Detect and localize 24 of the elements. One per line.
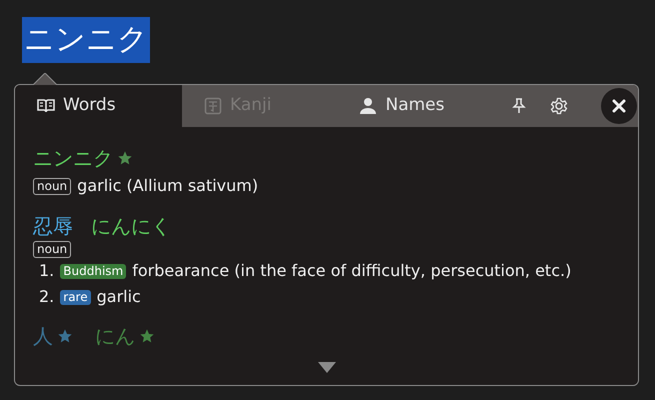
field-tag: Buddhism [60, 264, 126, 278]
book-icon [37, 98, 55, 114]
part-of-speech-tag: noun [33, 178, 72, 194]
close-icon [612, 99, 626, 113]
kanji-icon [204, 97, 222, 115]
tab[interactable]: Words [15, 85, 182, 127]
selected-text: ニンニク [22, 17, 150, 63]
person-icon [359, 97, 378, 115]
field-tag: rare [60, 290, 91, 304]
gloss-text: garlic [96, 286, 141, 308]
pin-icon [512, 98, 526, 114]
part-of-speech-tag: noun [33, 241, 72, 258]
sense-number: 2. [39, 286, 54, 308]
entry-reading: にんにく [91, 213, 171, 240]
gloss-text: garlic (Allium sativum) [77, 175, 258, 197]
entry-reading: にん [95, 323, 135, 350]
entry-kanji: 忍辱 [33, 213, 73, 240]
gloss-text: forbearance (in the face of difficulty, persecution, etc.) [132, 260, 572, 282]
sense-number: 1. [39, 260, 54, 282]
expand-arrow-icon [318, 362, 336, 374]
entry-kanji: 人 [33, 323, 53, 350]
close-button[interactable] [601, 88, 637, 124]
entry-reading: ニンニク [33, 145, 113, 172]
settings-icon [550, 97, 568, 115]
